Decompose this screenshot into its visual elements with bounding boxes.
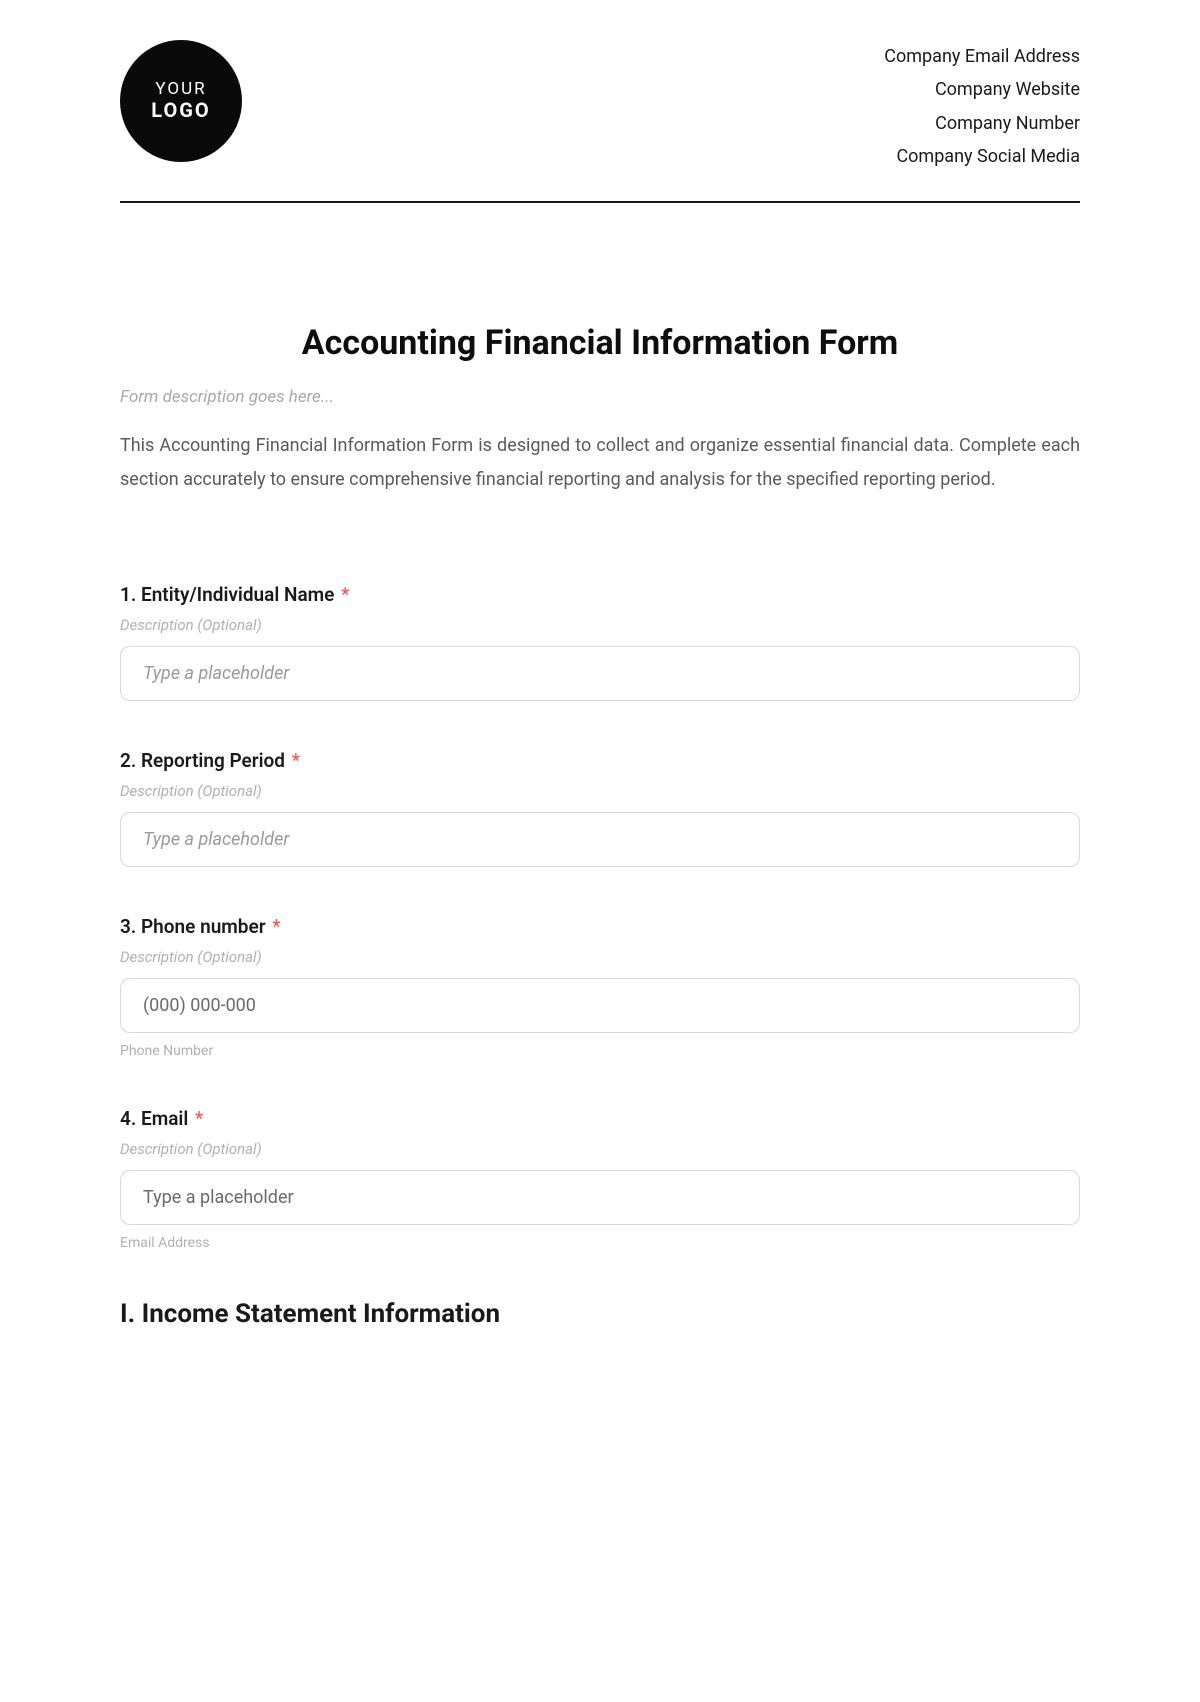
field-description[interactable]: Description (Optional) <box>120 948 1080 966</box>
company-email-label: Company Email Address <box>884 40 1080 73</box>
entity-name-input[interactable] <box>120 646 1080 701</box>
field-label: 1. Entity/Individual Name * <box>120 583 1080 606</box>
page-header: YOUR LOGO Company Email Address Company … <box>120 40 1080 203</box>
field-reporting-period: 2. Reporting Period * Description (Optio… <box>120 749 1080 867</box>
field-label: 2. Reporting Period * <box>120 749 1080 772</box>
logo-line2: LOGO <box>151 99 210 122</box>
phone-number-input[interactable] <box>120 978 1080 1033</box>
field-phone-number: 3. Phone number * Description (Optional)… <box>120 915 1080 1059</box>
logo-line1: YOUR <box>155 80 206 100</box>
field-label: 3. Phone number * <box>120 915 1080 938</box>
logo-badge: YOUR LOGO <box>120 40 242 162</box>
company-social-label: Company Social Media <box>884 140 1080 173</box>
field-description[interactable]: Description (Optional) <box>120 1140 1080 1158</box>
field-email: 4. Email * Description (Optional) Email … <box>120 1107 1080 1251</box>
section-heading-income: I. Income Statement Information <box>120 1299 1080 1329</box>
field-helper: Email Address <box>120 1235 1080 1251</box>
required-asterisk: * <box>272 915 280 938</box>
company-website-label: Company Website <box>884 73 1080 106</box>
company-info-block: Company Email Address Company Website Co… <box>884 40 1080 173</box>
form-title: Accounting Financial Information Form <box>120 323 1080 363</box>
required-asterisk: * <box>195 1107 203 1130</box>
field-description[interactable]: Description (Optional) <box>120 616 1080 634</box>
field-label: 4. Email * <box>120 1107 1080 1130</box>
field-helper: Phone Number <box>120 1043 1080 1059</box>
company-number-label: Company Number <box>884 107 1080 140</box>
form-intro-text: This Accounting Financial Information Fo… <box>120 429 1080 497</box>
field-entity-name: 1. Entity/Individual Name * Description … <box>120 583 1080 701</box>
required-asterisk: * <box>292 749 300 772</box>
reporting-period-input[interactable] <box>120 812 1080 867</box>
form-description-placeholder[interactable]: Form description goes here... <box>120 387 1080 407</box>
required-asterisk: * <box>341 583 349 606</box>
field-description[interactable]: Description (Optional) <box>120 782 1080 800</box>
email-input[interactable] <box>120 1170 1080 1225</box>
